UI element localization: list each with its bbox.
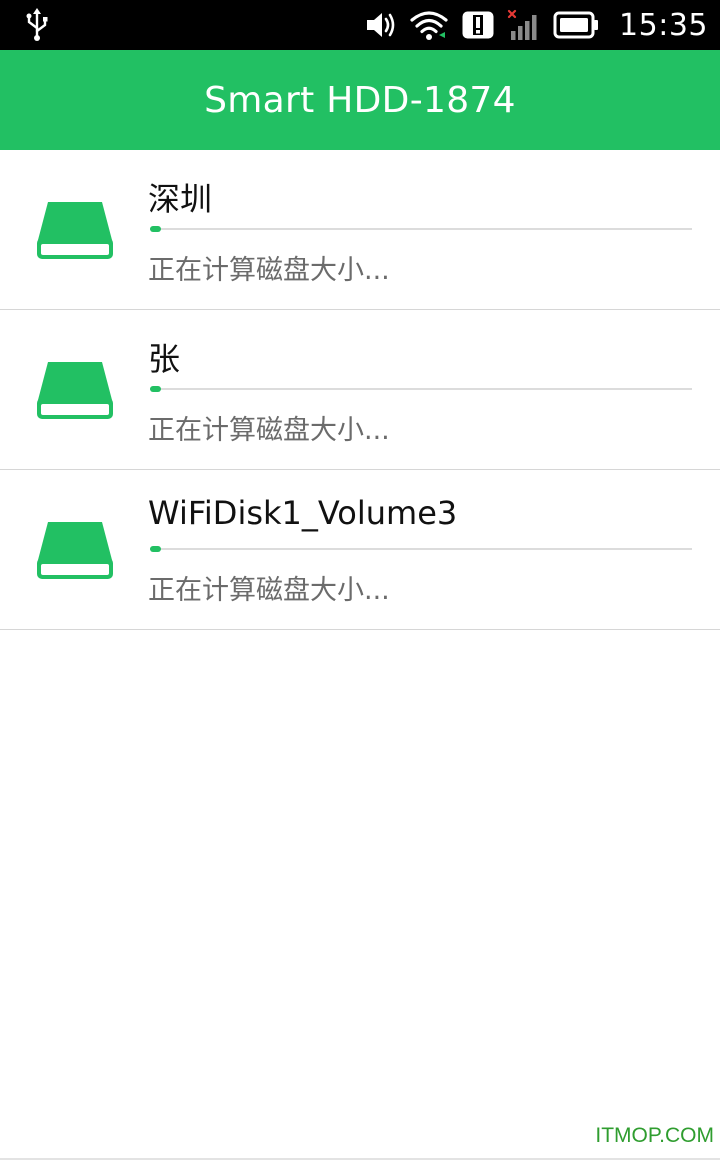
progress-bar <box>150 386 692 392</box>
list-item[interactable]: 深圳 正在计算磁盘大小... <box>0 150 720 310</box>
progress-bar <box>150 546 692 552</box>
status-bar: 15:35 <box>0 0 720 50</box>
disk-status: 正在计算磁盘大小... <box>148 415 390 446</box>
app-title: Smart HDD-1874 <box>204 79 516 121</box>
hard-drive-icon <box>37 522 113 579</box>
alert-icon <box>462 11 494 39</box>
disk-name: WiFiDisk1_Volume3 <box>148 494 458 532</box>
disk-status: 正在计算磁盘大小... <box>148 575 390 606</box>
bottom-divider <box>0 1158 720 1160</box>
clock: 15:35 <box>619 7 708 43</box>
disk-name: 深圳 <box>148 180 213 218</box>
usb-icon <box>26 8 48 41</box>
wifi-icon <box>410 11 448 40</box>
list-item[interactable]: 张 正在计算磁盘大小... <box>0 310 720 470</box>
hard-drive-icon <box>37 362 113 419</box>
app-bar: Smart HDD-1874 <box>0 50 720 150</box>
hard-drive-icon <box>37 202 113 259</box>
progress-fill <box>150 386 161 392</box>
watermark: ITMOP.COM <box>595 1124 714 1147</box>
volume-icon <box>367 13 395 37</box>
progress-fill <box>150 226 161 232</box>
signal-icon <box>507 9 537 40</box>
progress-fill <box>150 546 161 552</box>
disk-name: 张 <box>148 340 181 378</box>
list-item[interactable]: WiFiDisk1_Volume3 正在计算磁盘大小... <box>0 470 720 630</box>
status-icons: 15:35 <box>365 0 720 50</box>
progress-bar <box>150 226 692 232</box>
battery-icon <box>553 11 599 39</box>
disk-status: 正在计算磁盘大小... <box>148 255 390 286</box>
disk-list: 深圳 正在计算磁盘大小... 张 正在计算磁盘大小... WiFiDisk1_V… <box>0 150 720 630</box>
